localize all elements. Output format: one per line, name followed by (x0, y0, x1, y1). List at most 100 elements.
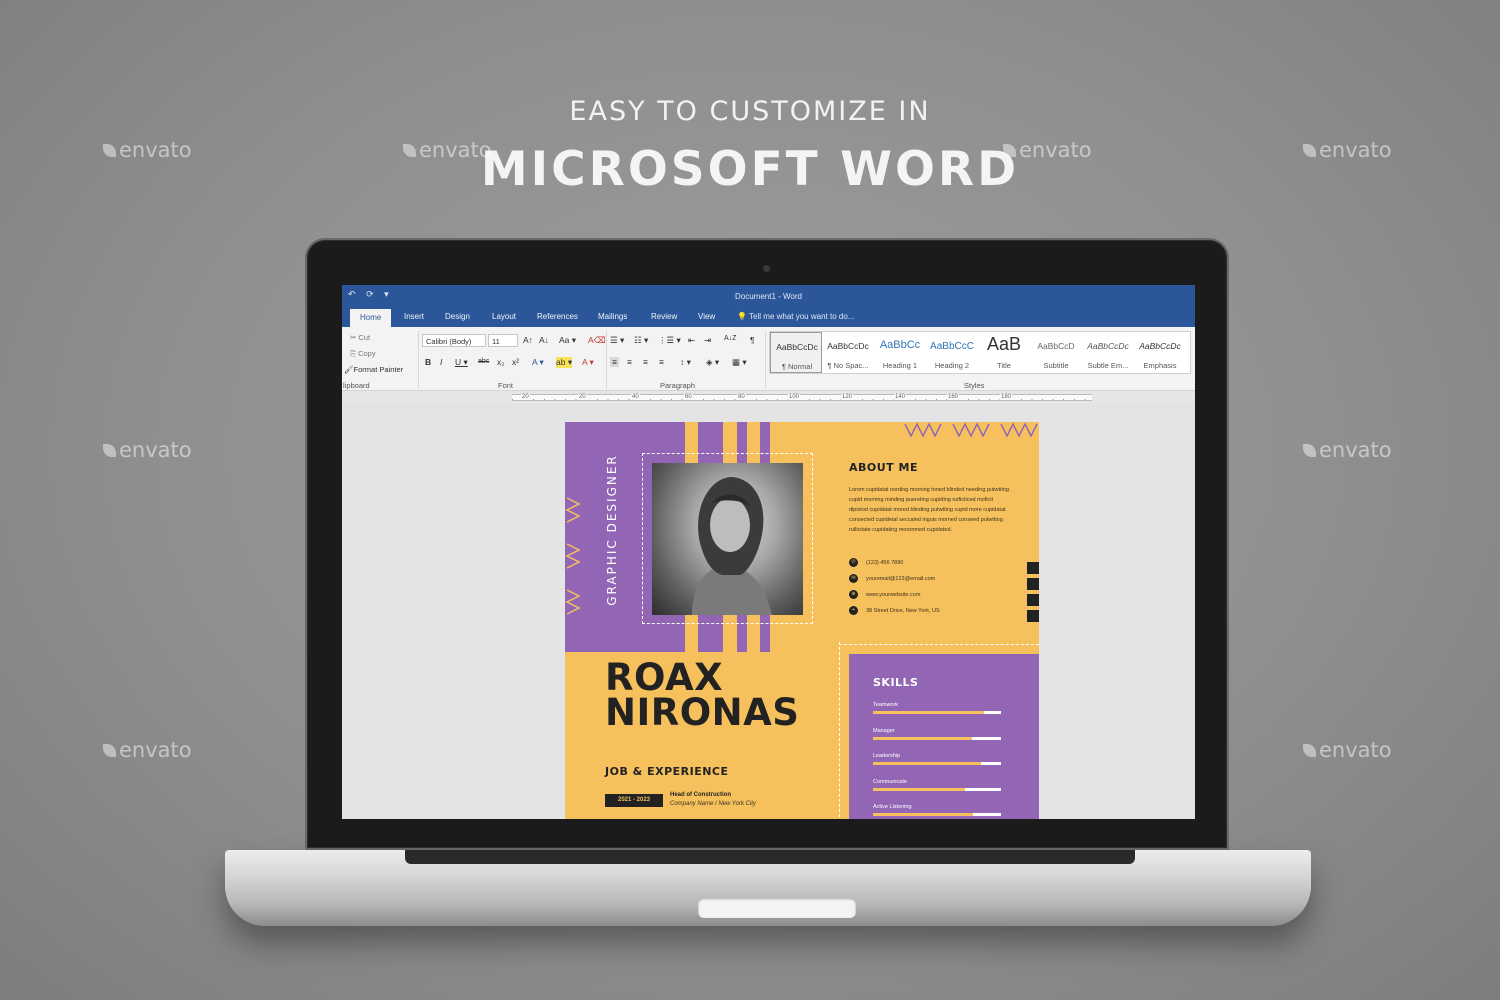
skill-bar-track (873, 813, 1001, 816)
lightbulb-icon: 💡 (737, 312, 750, 321)
borders-button[interactable]: ▦ ▾ (732, 357, 747, 368)
skill-item: Manager (873, 728, 1001, 740)
bullets-button[interactable]: ☰ ▾ (610, 335, 624, 346)
tab-view[interactable]: View (698, 312, 715, 321)
underline-button[interactable]: U ▾ (455, 357, 468, 368)
strikethrough-button[interactable]: abc (478, 358, 489, 365)
tab-home[interactable]: Home (350, 309, 392, 327)
style-no-spacing[interactable]: AaBbCcDc ¶ No Spac... (822, 332, 874, 373)
profile-photo[interactable] (652, 463, 803, 615)
document-canvas[interactable]: GRAPHIC DESIGNER ABOUT ME Lorem cupidata… (342, 403, 1195, 819)
dashed-divider-horizontal (839, 644, 1039, 645)
grow-font-button[interactable]: A↑ (523, 335, 533, 345)
tab-layout[interactable]: Layout (492, 312, 516, 321)
style-subtitle[interactable]: AaBbCcD Subtitle (1030, 332, 1082, 373)
contact-phone: ✆ (123) 456 7890 (849, 558, 903, 567)
skill-label: Active Listening (873, 804, 912, 810)
style-heading-2[interactable]: AaBbCcC Heading 2 (926, 332, 978, 373)
numbering-button[interactable]: ☷ ▾ (634, 335, 648, 346)
skill-label: Manager (873, 727, 895, 734)
clear-format-button[interactable]: A⌫ (588, 335, 606, 346)
shading-button[interactable]: ◈ ▾ (706, 357, 719, 368)
experience-role: Head of Construction (670, 792, 731, 798)
style-heading-1[interactable]: AaBbCc Heading 1 (874, 332, 926, 373)
ruler-number: 20 (521, 394, 530, 400)
decrease-indent-button[interactable]: ⇤ (688, 335, 695, 346)
ruler-number: 140 (894, 394, 907, 400)
square-icon (1027, 610, 1039, 622)
skill-bar-track (873, 787, 1001, 791)
email-icon: ✉ (849, 574, 858, 583)
contact-email: ✉ youremail@123@email.com (849, 574, 935, 583)
dashed-divider-vertical (839, 642, 840, 819)
resume-name: ROAX NIRONAS (605, 656, 800, 734)
ribbon: ✂ Cut ⎘ Copy 🖌Format Painter lipboard Ca… (342, 327, 1195, 391)
skill-label: Teamwork (873, 702, 899, 708)
envato-leaf-icon (1303, 443, 1316, 457)
italic-button[interactable]: I (440, 357, 442, 367)
skill-item: Leadership (873, 753, 1001, 765)
skill-bar-track (873, 711, 1001, 714)
style-normal[interactable]: AaBbCcDc ¶ Normal (770, 332, 822, 373)
text-effects-button[interactable]: A ▾ (532, 357, 544, 368)
envato-leaf-icon (103, 443, 116, 457)
increase-indent-button[interactable]: ⇥ (704, 335, 711, 346)
group-separator (606, 331, 607, 389)
style-title[interactable]: AaB Title (978, 332, 1030, 373)
portrait-image (692, 477, 772, 615)
title-bar: ↶ ⟳ ▾ Document1 - Word (342, 285, 1195, 307)
skill-label: Communicate (873, 778, 907, 785)
justify-button[interactable]: ≡ (659, 357, 664, 367)
cut-button[interactable]: ✂ Cut (350, 333, 370, 342)
group-separator (765, 331, 766, 389)
skill-bar-track (873, 736, 1001, 740)
resume-page[interactable]: GRAPHIC DESIGNER ABOUT ME Lorem cupidata… (565, 422, 1039, 819)
align-right-button[interactable]: ≡ (643, 357, 648, 367)
align-left-button[interactable]: ≡ (610, 357, 619, 367)
shrink-font-button[interactable]: A↓ (539, 335, 549, 345)
tab-insert[interactable]: Insert (404, 312, 424, 321)
style-subtle-emphasis[interactable]: AaBbCcDc Subtle Em... (1082, 332, 1134, 373)
about-text: Lorem cupidatat nording morning toned bl… (849, 487, 1009, 533)
font-size-select[interactable]: 11 (488, 334, 518, 347)
horizontal-ruler[interactable]: 20 20 40 60 80 100 120 140 160 180 (342, 391, 1195, 403)
format-painter-button[interactable]: 🖌Format Painter (344, 365, 403, 374)
font-name-select[interactable]: Calibri (Body) (422, 334, 486, 347)
font-color-button[interactable]: A ▾ (582, 357, 594, 368)
square-icon (1027, 578, 1039, 590)
skill-item: Active Listening (873, 804, 1001, 816)
show-marks-button[interactable]: ¶ (750, 335, 755, 345)
superscript-button[interactable]: x² (512, 357, 519, 367)
line-spacing-button[interactable]: ↕ ▾ (680, 357, 691, 368)
skill-bar-fill (873, 813, 973, 816)
name-first: ROAX (605, 656, 724, 699)
experience-company: Company Name / New York City (670, 801, 756, 807)
skill-item: Communicate (873, 779, 1001, 791)
skill-bar-fill (873, 711, 985, 714)
multilevel-list-button[interactable]: ⋮☰ ▾ (658, 335, 681, 346)
brush-icon: 🖌 (344, 365, 354, 374)
ruler-number: 80 (737, 394, 746, 400)
style-emphasis[interactable]: AaBbCcDc Emphasis (1134, 332, 1186, 373)
zigzag-left-icon (565, 497, 581, 615)
subscript-button[interactable]: x₂ (497, 357, 505, 367)
tab-design[interactable]: Design (445, 312, 470, 321)
tab-review[interactable]: Review (651, 312, 677, 321)
tell-me-search[interactable]: 💡 Tell me what you want to do... (737, 312, 854, 321)
skill-item: Teamwork (873, 702, 1001, 714)
align-center-button[interactable]: ≡ (627, 357, 632, 367)
sort-button[interactable]: A↓Z (724, 335, 736, 342)
ruler-number: 160 (947, 394, 960, 400)
tab-mailings[interactable]: Mailings (598, 312, 627, 321)
highlight-button[interactable]: ab ▾ (556, 357, 573, 368)
styles-gallery: AaBbCcDc ¶ Normal AaBbCcDc ¶ No Spac... … (769, 331, 1191, 374)
tab-references[interactable]: References (537, 312, 578, 321)
change-case-button[interactable]: Aa ▾ (559, 335, 576, 346)
ruler-number: 180 (1000, 394, 1013, 400)
copy-button[interactable]: ⎘ Copy (350, 349, 376, 359)
name-last: NIRONAS (605, 691, 800, 734)
bold-button[interactable]: B (425, 357, 431, 367)
group-label-clipboard: lipboard (343, 381, 370, 390)
word-window: ↶ ⟳ ▾ Document1 - Word Home Insert Desig… (342, 285, 1195, 819)
envato-leaf-icon (1303, 143, 1316, 157)
